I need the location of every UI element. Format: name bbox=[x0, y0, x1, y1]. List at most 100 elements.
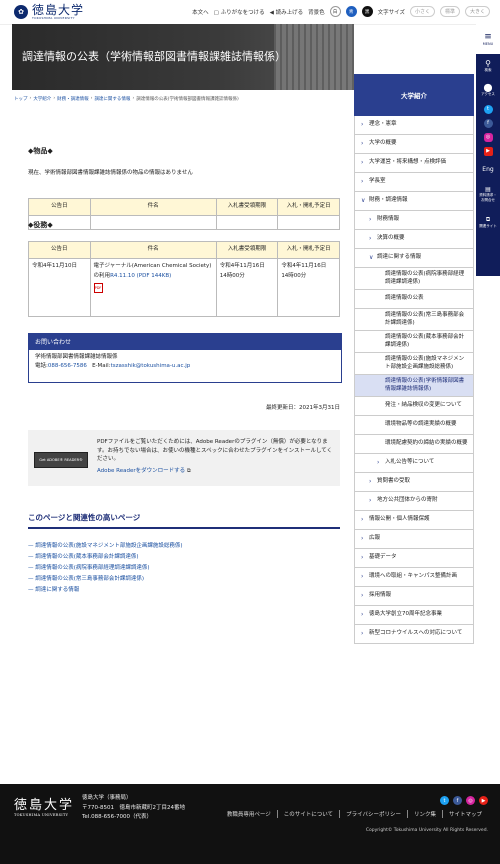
chevron-down-icon: ∨ bbox=[369, 254, 374, 262]
sidebar-item[interactable]: 調達情報の公表(蔵本事務部会計課調達係) bbox=[354, 331, 474, 353]
breadcrumb-link[interactable]: 財務・調達情報 bbox=[57, 96, 89, 102]
goods-heading: ◆物品◆ bbox=[28, 147, 53, 155]
facebook-icon[interactable]: f bbox=[453, 796, 462, 805]
font-standard-button[interactable]: 標準 bbox=[439, 6, 460, 17]
youtube-icon[interactable]: ▶ bbox=[479, 796, 488, 805]
sidebar-item[interactable]: ∨ 財務・調達情報 bbox=[354, 192, 474, 211]
twitter-link[interactable]: t bbox=[476, 102, 500, 116]
sidebar-item[interactable]: › 情報公開・個人情報保護 bbox=[354, 511, 474, 530]
col-header: 公告日 bbox=[28, 241, 91, 259]
col-header: 件名 bbox=[89, 241, 217, 259]
sidebar-item[interactable]: 調達情報の公表(常三島事務部会計課調達係) bbox=[354, 309, 474, 331]
breadcrumb-current: 調達情報の公表(学術情報部図書情報課雑誌情報係) bbox=[136, 97, 239, 102]
twitter-icon[interactable]: t bbox=[440, 796, 449, 805]
footer-link-links[interactable]: リンク集 bbox=[406, 810, 442, 818]
sidebar-item[interactable]: 調達情報の公表(病院事務部経理調達課調達係) bbox=[354, 268, 474, 290]
sidebar-item[interactable]: › 理念・憲章 bbox=[354, 116, 474, 135]
sidebar-item[interactable]: › 決算の概要 bbox=[354, 230, 474, 249]
search-button[interactable]: ⚲ 検索 bbox=[476, 54, 500, 78]
contact-org: 学術情報部図書情報課雑誌情報係 bbox=[35, 354, 118, 360]
sidebar-item-label: 調達情報の公表(学術情報部図書情報課雑誌情報係) bbox=[385, 378, 465, 392]
menu-button[interactable]: ≡ MENU bbox=[476, 24, 500, 54]
sidebar-item[interactable]: 発注・納品検収の変更について bbox=[354, 397, 474, 416]
footer-link-about[interactable]: このサイトについて bbox=[276, 810, 339, 818]
col-header: 公告日 bbox=[28, 198, 91, 216]
chevron-right-icon: › bbox=[369, 478, 372, 486]
adobe-reader-badge[interactable]: Get ADOBE® READER® bbox=[34, 452, 88, 468]
site-logo[interactable]: ✿ 徳島大学 TOKUSHIMA UNIVERSITY bbox=[14, 3, 84, 21]
chevron-right-icon: › bbox=[369, 216, 372, 224]
english-button[interactable]: Eng bbox=[476, 158, 500, 180]
sidebar-item[interactable]: › 大学の概要 bbox=[354, 135, 474, 154]
pdf-icon: PDF bbox=[93, 283, 103, 293]
university-emblem-icon: ✿ bbox=[14, 5, 28, 19]
related-sites-button[interactable]: ⧉ 関連サイト bbox=[476, 208, 500, 236]
chevron-right-icon: › bbox=[361, 159, 364, 167]
sidebar-item[interactable]: 調達情報の公表(学術情報部図書情報課雑誌情報係) bbox=[354, 375, 474, 397]
sidebar-item[interactable]: › 採用情報 bbox=[354, 587, 474, 606]
adobe-notice-text: PDFファイルをご覧いただくためには、Adobe Readerのプラグイン（無償… bbox=[97, 439, 333, 462]
sidebar-item[interactable]: › 学長室 bbox=[354, 173, 474, 192]
youtube-link[interactable]: ▶ bbox=[476, 144, 500, 158]
sidebar-item[interactable]: ∨ 調達に関する情報 bbox=[354, 249, 474, 268]
pdf-link[interactable]: R4.11.10 (PDF 144KB) bbox=[110, 273, 171, 279]
sidebar-item[interactable]: › 地方公共団体からの寄附 bbox=[354, 492, 474, 511]
related-link[interactable]: 調達に関する情報 bbox=[28, 585, 340, 596]
font-small-button[interactable]: 小さく bbox=[409, 6, 435, 17]
sidebar-item[interactable]: 調達情報の公表 bbox=[354, 290, 474, 309]
related-link[interactable]: 調達情報の公表(病院事務部経理調達課調達係) bbox=[28, 563, 340, 574]
sidebar-item[interactable]: › 環境への取組・キャンパス整備計画 bbox=[354, 568, 474, 587]
email-link[interactable]: tszasshik@tokushima-u.ac.jp bbox=[111, 363, 191, 369]
phone-link[interactable]: 088-656-7586 bbox=[48, 363, 87, 369]
facebook-icon: f bbox=[483, 118, 493, 128]
footer-link-privacy[interactable]: プライバシーポリシー bbox=[339, 810, 407, 818]
bg-color-label: 背景色 bbox=[308, 9, 325, 16]
skip-to-content-link[interactable]: 本文へ bbox=[192, 8, 209, 16]
adobe-download-link[interactable]: Adobe Readerをダウンロードする bbox=[97, 468, 185, 474]
breadcrumb-link[interactable]: 調達に関する情報 bbox=[94, 96, 130, 102]
bg-black-button[interactable]: 黒 bbox=[361, 6, 373, 17]
sidebar-item-label: 入札公告等について bbox=[385, 459, 435, 466]
footer-links: 教職員専用ページ このサイトについて プライバシーポリシー リンク集 サイトマッ… bbox=[221, 810, 488, 818]
breadcrumb-link[interactable]: 大学紹介 bbox=[33, 96, 51, 102]
sidebar-item[interactable]: › 基礎データ bbox=[354, 549, 474, 568]
instagram-link[interactable]: ◎ bbox=[476, 130, 500, 144]
read-aloud-button[interactable]: ◀ 読み上げる bbox=[270, 8, 304, 16]
sidebar-item[interactable]: › 入札公告等について bbox=[354, 454, 474, 473]
instagram-icon[interactable]: ◎ bbox=[466, 796, 475, 805]
breadcrumb-link[interactable]: トップ bbox=[14, 96, 28, 102]
sidebar-item[interactable]: › 大学運営・将来構想・点検評価 bbox=[354, 154, 474, 173]
sidebar-item[interactable]: › 新型コロナウイルスへの対応について bbox=[354, 625, 474, 644]
chevron-right-icon: › bbox=[361, 630, 364, 638]
sidebar-item[interactable]: 環境物品等の調達実績の概要 bbox=[354, 416, 474, 435]
twitter-icon: t bbox=[483, 104, 493, 114]
sidebar-item[interactable]: › 財務情報 bbox=[354, 211, 474, 230]
speaker-icon: ◀ bbox=[269, 9, 274, 16]
sidebar-item[interactable]: › 広報 bbox=[354, 530, 474, 549]
related-link[interactable]: 調達情報の公表(常三島事務部会計課調達係) bbox=[28, 574, 340, 585]
search-icon: ⚲ bbox=[485, 59, 491, 68]
related-link[interactable]: 調達情報の公表(蔵本事務部会計課調達係) bbox=[28, 552, 340, 563]
sidebar-item[interactable]: › 徳島大学創立70周年記念事業 bbox=[354, 606, 474, 625]
facebook-link[interactable]: f bbox=[476, 116, 500, 130]
sidebar-item-label: 財務・調達情報 bbox=[369, 197, 408, 204]
col-header: 入札書受領期限 bbox=[215, 241, 279, 259]
site-header: ✿ 徳島大学 TOKUSHIMA UNIVERSITY 本文へ ▢ ふりがなをつ… bbox=[0, 0, 500, 25]
footer-link-sitemap[interactable]: サイトマップ bbox=[441, 810, 488, 818]
footer-logo[interactable]: 徳島大学 TOKUSHIMA UNIVERSITY bbox=[14, 794, 74, 817]
furigana-toggle[interactable]: ▢ ふりがなをつける bbox=[214, 8, 265, 16]
bg-white-button[interactable]: 白 bbox=[329, 6, 341, 17]
sidebar-item[interactable]: › 質問書の受取 bbox=[354, 473, 474, 492]
related-link[interactable]: 調達情報の公表(施設マネジメント部施設企画課施設総務係) bbox=[28, 541, 340, 552]
document-request-button[interactable]: ▤ 資料請求・お問合せ bbox=[476, 180, 500, 208]
access-button[interactable]: ⬤ アクセス bbox=[476, 78, 500, 102]
copyright: Copyright© Tokushima University All Righ… bbox=[365, 828, 488, 833]
sidebar-item[interactable]: 環境配慮契約の締結の実績の概要 bbox=[354, 435, 474, 454]
font-large-button[interactable]: 大きく bbox=[464, 6, 490, 17]
sidebar-item-label: 大学の概要 bbox=[369, 140, 397, 147]
footer-link-staff[interactable]: 教職員専用ページ bbox=[221, 810, 277, 818]
sidebar-item-label: 環境への取組・キャンパス整備計画 bbox=[369, 573, 458, 580]
chevron-right-icon: › bbox=[361, 178, 364, 186]
sidebar-item[interactable]: 調達情報の公表(施設マネジメント部施設企画課施設総務係) bbox=[354, 353, 474, 375]
bg-blue-button[interactable]: 青 bbox=[345, 6, 357, 17]
